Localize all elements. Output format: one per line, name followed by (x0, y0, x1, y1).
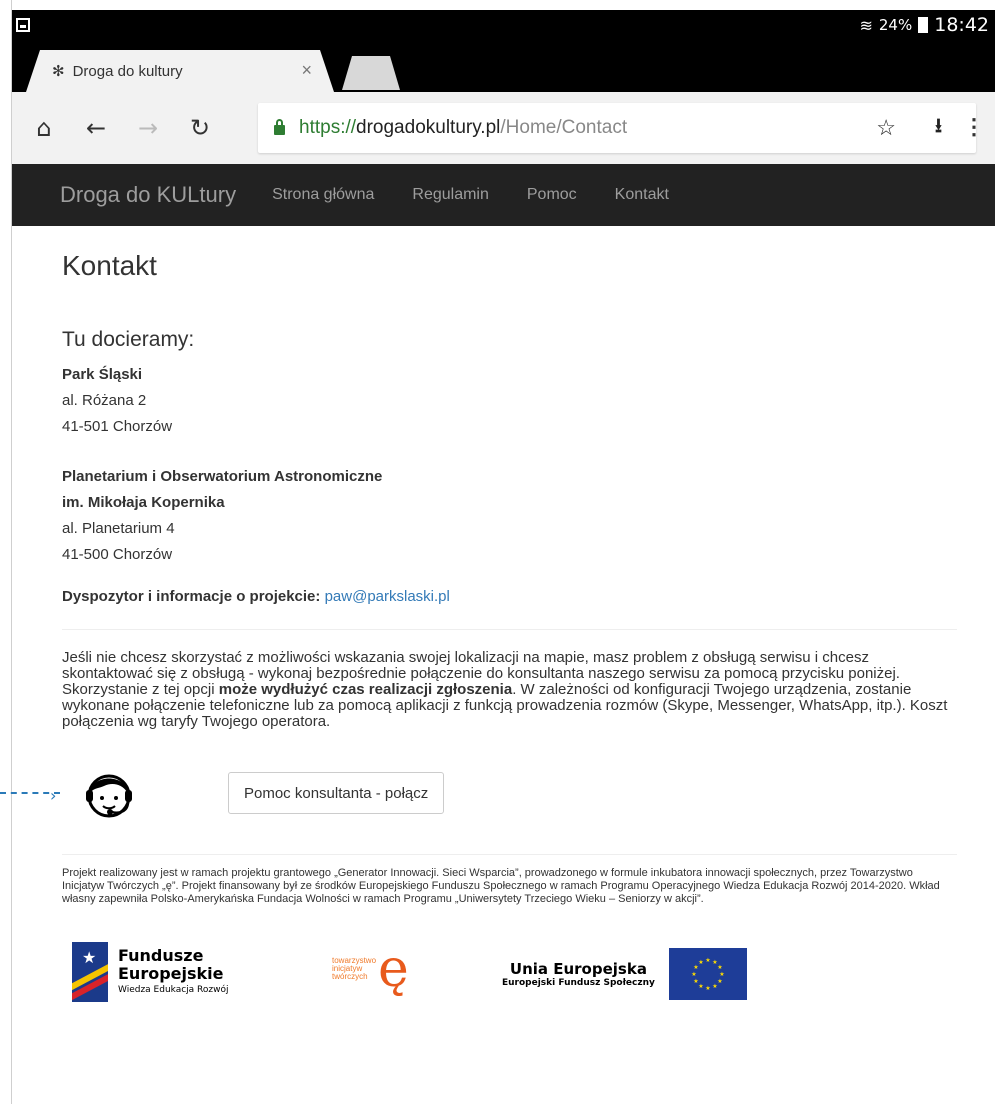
footer-divider (62, 854, 957, 855)
dispatcher-email-link[interactable]: paw@parkslaski.pl (325, 588, 450, 605)
screen-edge (0, 0, 12, 1104)
svg-text:★: ★ (717, 964, 722, 971)
divider (62, 629, 957, 630)
svg-text:★: ★ (719, 971, 724, 978)
consultant-row: › Pomoc konsultanta - połącz (0, 760, 957, 850)
sponsor-logos: ★ Fundusze Europejskie Wiedza Edukacja R… (62, 942, 957, 1032)
main-content: Kontakt Tu docieramy: Park Śląski al. Ró… (0, 226, 957, 1032)
ue-line-2: Europejski Fundusz Społeczny (502, 978, 655, 988)
fe-flag-icon: ★ (72, 942, 108, 1002)
logo-unia-europejska: Unia Europejska Europejski Fundusz Społe… (502, 948, 747, 1000)
battery-icon (918, 17, 929, 33)
tit-mark: ę (378, 939, 409, 999)
svg-text:★: ★ (705, 985, 710, 992)
tab-close-icon[interactable]: × (301, 60, 312, 81)
arrow-head-icon: › (50, 786, 57, 805)
headset-agent-icon (86, 774, 132, 818)
consultant-notice: Jeśli nie chcesz skorzystać z możliwości… (62, 650, 957, 730)
ue-line-1: Unia Europejska (509, 960, 647, 978)
nav-link-rules[interactable]: Regulamin (412, 186, 488, 204)
browser-toolbar: ⌂ ← → ↻ https://drogadokultury.pl/Home/C… (12, 92, 995, 164)
logo-towarzystwo-inicjatyw: towarzystwo inicjatyw twórczych ę (332, 939, 409, 999)
nav-link-home[interactable]: Strona główna (272, 186, 374, 204)
consultant-call-button[interactable]: Pomoc konsultanta - połącz (228, 772, 445, 814)
address-planetarium: Planetarium i Obserwatorium Astronomiczn… (62, 464, 957, 568)
bookmark-star-icon[interactable]: ☆ (876, 115, 896, 141)
battery-percent: 24% (878, 16, 913, 34)
status-bar: ≋ 24% 18:42 (12, 10, 995, 40)
menu-dots-icon[interactable]: ⋮ (963, 116, 985, 138)
svg-text:★: ★ (705, 957, 710, 964)
footer-project-text: Projekt realizowany jest w ramach projek… (62, 867, 940, 905)
reload-icon[interactable]: ↻ (174, 102, 226, 154)
wifi-icon: ≋ (859, 15, 873, 35)
svg-text:★: ★ (698, 959, 703, 966)
nav-link-contact[interactable]: Kontakt (615, 186, 669, 204)
device-screen: ≋ 24% 18:42 ✻ Droga do kultury × ⌂ ← → ↻… (0, 0, 995, 1104)
nav-link-help[interactable]: Pomoc (527, 186, 577, 204)
page-title: Kontakt (62, 250, 157, 281)
tab-strip: ✻ Droga do kultury × (12, 40, 995, 92)
locations-heading: Tu docieramy: (62, 328, 195, 351)
eu-flag-icon: ★ ★★ ★★★ ★★★ ★★★ (668, 948, 747, 1000)
address-planetarium-name-2: im. Mikołaja Kopernika (62, 494, 225, 511)
logo-fundusze-europejskie: ★ Fundusze Europejskie Wiedza Edukacja R… (72, 942, 229, 1002)
home-icon[interactable]: ⌂ (18, 102, 70, 154)
svg-text:★: ★ (698, 983, 703, 990)
svg-text:★: ★ (717, 978, 722, 985)
fe-line-2: Europejskie (118, 964, 224, 983)
address-bar[interactable]: https://drogadokultury.pl/Home/Contact ☆… (258, 103, 976, 153)
tit-line-3: twórczych (332, 972, 368, 981)
back-arrow-icon[interactable]: ← (70, 102, 122, 154)
dispatcher-contact: Dyspozytor i informacje o projekcie: paw… (62, 588, 957, 605)
new-tab-button[interactable] (342, 56, 400, 90)
dispatcher-label: Dyspozytor i informacje o projekcie: (62, 588, 321, 605)
lock-icon (274, 119, 285, 135)
address-planetarium-street: al. Planetarium 4 (62, 520, 175, 537)
fe-line-3: Wiedza Edukacja Rozwój (118, 985, 229, 995)
svg-text:★: ★ (712, 983, 717, 990)
tab-active[interactable]: ✻ Droga do kultury × (26, 50, 334, 92)
site-navbar: Droga do KULtury Strona główna Regulamin… (12, 164, 995, 226)
download-icon[interactable]: ⭳ (935, 111, 942, 145)
site-favicon-icon: ✻ (52, 63, 65, 80)
svg-text:★: ★ (693, 978, 698, 985)
url-host: drogadokultury.pl (356, 117, 501, 138)
tab-title: Droga do kultury (72, 62, 183, 80)
address-park: Park Śląski al. Różana 2 41-501 Chorzów (62, 362, 957, 440)
address-park-city: 41-501 Chorzów (62, 418, 173, 435)
screenshot-icon (16, 18, 30, 32)
forward-arrow-icon[interactable]: → (122, 102, 174, 154)
fe-line-1: Fundusze (118, 946, 204, 965)
svg-text:★: ★ (691, 971, 696, 978)
url-path: /Home/Contact (500, 117, 628, 138)
address-park-street: al. Różana 2 (62, 392, 147, 409)
url-scheme: https:// (299, 117, 357, 138)
clock: 18:42 (934, 14, 989, 36)
address-planetarium-city: 41-500 Chorzów (62, 546, 173, 563)
site-brand[interactable]: Droga do KULtury (60, 182, 236, 208)
notice-bold: może wydłużyć czas realizacji zgłoszenia (218, 681, 513, 698)
address-planetarium-name-1: Planetarium i Obserwatorium Astronomiczn… (62, 468, 383, 485)
address-park-name: Park Śląski (62, 366, 143, 383)
